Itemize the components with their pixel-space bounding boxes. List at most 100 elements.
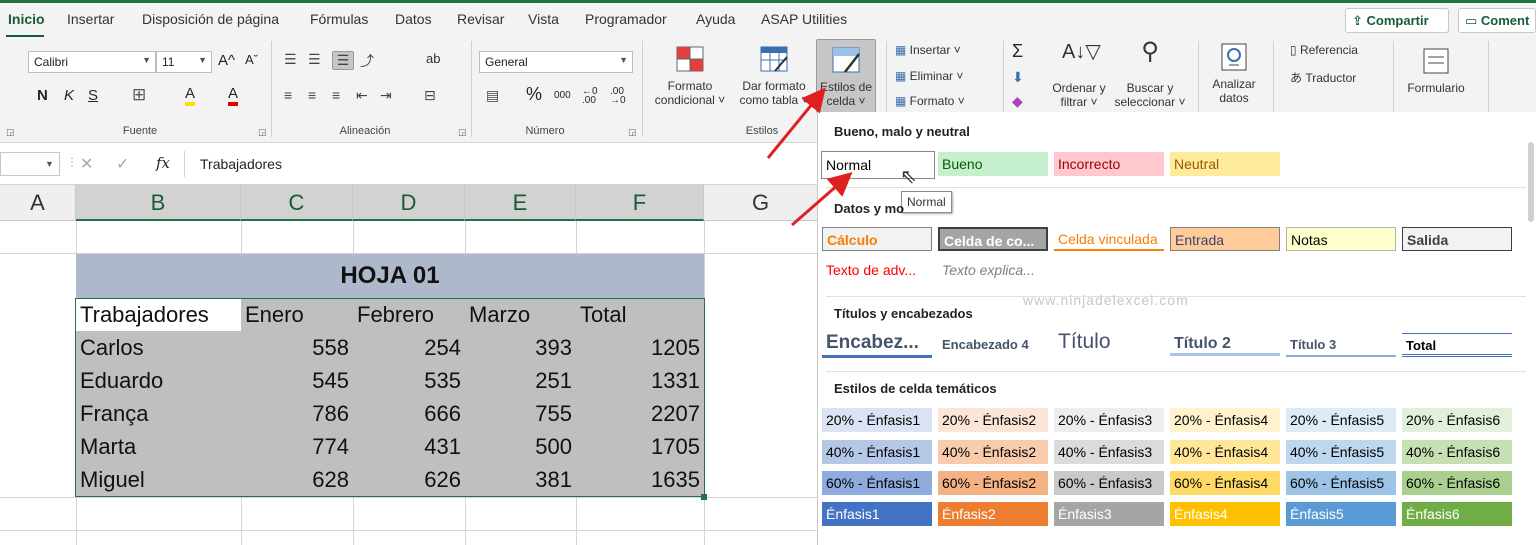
table-cell-value[interactable]: 774 xyxy=(245,430,349,463)
tab-asap-utilities[interactable]: ASAP Utilities xyxy=(761,11,847,27)
dialog-launcher-icon[interactable]: ◲ xyxy=(6,127,15,138)
align-center-icon[interactable]: ≡ xyxy=(308,87,316,103)
tab-ayuda[interactable]: Ayuda xyxy=(696,11,735,27)
shrink-font-icon[interactable]: Aˇ xyxy=(245,52,258,67)
table-cell-total[interactable]: 1205 xyxy=(580,331,700,364)
increase-indent-icon[interactable]: ⇥ xyxy=(380,87,392,104)
style-encabezado-4[interactable]: Encabezado 4 xyxy=(938,333,1048,357)
style-texto-explicativo[interactable]: Texto explica... xyxy=(938,258,1048,282)
format-as-table-button[interactable]: Dar formato como tabla ˅ xyxy=(732,43,816,107)
column-header-g[interactable]: G xyxy=(704,185,818,221)
tab-insertar[interactable]: Insertar xyxy=(67,11,114,27)
header-cell-total[interactable]: Total xyxy=(580,298,626,331)
style-20-enfasis5[interactable]: 20% - Énfasis5 xyxy=(1286,408,1396,432)
table-cell-value[interactable]: 755 xyxy=(469,397,572,430)
increase-decimal-button[interactable]: ←0 .00 xyxy=(582,87,604,106)
table-cell-name[interactable]: França xyxy=(80,397,148,430)
table-cell-name[interactable]: Marta xyxy=(80,430,136,463)
table-cell-value[interactable]: 535 xyxy=(357,364,461,397)
style-enfasis3[interactable]: Énfasis3 xyxy=(1054,502,1164,526)
style-60-enfasis6[interactable]: 60% - Énfasis6 xyxy=(1402,471,1512,495)
style-celda-comprobacion[interactable]: Celda de co... xyxy=(938,227,1048,251)
style-encabezado-1[interactable]: Encabez... xyxy=(822,330,932,358)
dialog-launcher-icon[interactable]: ◲ xyxy=(458,127,467,138)
table-cell-value[interactable]: 558 xyxy=(245,331,349,364)
style-normal[interactable]: Normal xyxy=(821,151,935,179)
style-40-enfasis1[interactable]: 40% - Énfasis1 xyxy=(822,440,932,464)
style-titulo[interactable]: Título xyxy=(1054,328,1164,356)
percent-button[interactable]: % xyxy=(526,84,542,105)
share-button[interactable]: ⇪ Compartir xyxy=(1345,8,1449,33)
table-cell-name[interactable]: Carlos xyxy=(80,331,144,364)
style-total[interactable]: Total xyxy=(1402,333,1512,357)
style-60-enfasis2[interactable]: 60% - Énfasis2 xyxy=(938,471,1048,495)
header-cell-febrero[interactable]: Febrero xyxy=(357,298,434,331)
table-cell-total[interactable]: 1635 xyxy=(580,463,700,496)
style-60-enfasis5[interactable]: 60% - Énfasis5 xyxy=(1286,471,1396,495)
style-enfasis4[interactable]: Énfasis4 xyxy=(1170,502,1280,526)
format-cells-button[interactable]: ▦ Formato ˅ xyxy=(895,94,965,108)
tab-revisar[interactable]: Revisar xyxy=(457,11,504,27)
font-name-combo[interactable]: Calibri ▼ xyxy=(28,51,156,73)
style-enfasis6[interactable]: Énfasis6 xyxy=(1402,502,1512,526)
table-cell-value[interactable]: 628 xyxy=(245,463,349,496)
tab-disposicion[interactable]: Disposición de página xyxy=(142,11,279,27)
cancel-icon[interactable]: ✕ xyxy=(80,154,93,174)
table-cell-name[interactable]: Miguel xyxy=(80,463,145,496)
align-top-icon[interactable]: ☰ xyxy=(284,51,297,68)
conditional-format-button[interactable]: Formato condicional ˅ xyxy=(648,43,732,107)
autosum-icon[interactable]: Σ xyxy=(1012,41,1023,62)
table-cell-value[interactable]: 500 xyxy=(469,430,572,463)
style-enfasis5[interactable]: Énfasis5 xyxy=(1286,502,1396,526)
style-neutral[interactable]: Neutral xyxy=(1170,152,1280,176)
table-cell-total[interactable]: 1331 xyxy=(580,364,700,397)
style-20-enfasis6[interactable]: 20% - Énfasis6 xyxy=(1402,408,1512,432)
insert-function-icon[interactable]: fx xyxy=(156,154,170,172)
name-box-dropdown[interactable]: ▼ xyxy=(0,152,60,176)
fill-down-icon[interactable]: ⬇ xyxy=(1012,69,1024,86)
orientation-icon[interactable]: ⤴ xyxy=(360,51,374,71)
style-bueno[interactable]: Bueno xyxy=(938,152,1048,176)
align-left-icon[interactable]: ≡ xyxy=(284,87,292,103)
fill-handle[interactable] xyxy=(701,494,707,500)
style-titulo-2[interactable]: Título 2 xyxy=(1170,332,1280,356)
font-color-icon[interactable]: A xyxy=(228,85,239,106)
number-format-combo[interactable]: General ▼ xyxy=(479,51,633,73)
enter-icon[interactable]: ✓ xyxy=(116,154,129,174)
wrap-text-icon[interactable]: ab xyxy=(426,51,440,66)
thousands-button[interactable]: 000 xyxy=(554,90,571,101)
bold-button[interactable]: N xyxy=(37,87,48,104)
style-20-enfasis4[interactable]: 20% - Énfasis4 xyxy=(1170,408,1280,432)
tab-formulas[interactable]: Fórmulas xyxy=(310,11,368,27)
table-cell-value[interactable]: 626 xyxy=(357,463,461,496)
italic-button[interactable]: K xyxy=(64,87,74,104)
header-cell-trabajadores[interactable]: Trabajadores xyxy=(80,298,209,331)
merge-center-icon[interactable]: ⊟ xyxy=(424,87,436,104)
align-right-icon[interactable]: ≡ xyxy=(332,87,340,103)
sort-filter-button[interactable]: A↓▽ Ordenar y filtrar ˅ xyxy=(1046,42,1112,109)
table-cell-value[interactable]: 381 xyxy=(469,463,572,496)
fill-color-icon[interactable]: A xyxy=(185,85,196,106)
style-40-enfasis6[interactable]: 40% - Énfasis6 xyxy=(1402,440,1512,464)
accounting-format-icon[interactable]: ▤ xyxy=(486,87,499,104)
find-select-button[interactable]: ⚲ Buscar y seleccionar ˅ xyxy=(1110,40,1190,110)
dialog-launcher-icon[interactable]: ◲ xyxy=(628,127,637,138)
tab-programador[interactable]: Programador xyxy=(585,11,667,27)
table-cell-total[interactable]: 2207 xyxy=(580,397,700,430)
reference-button[interactable]: ▯ Referencia xyxy=(1290,43,1358,57)
delete-cells-button[interactable]: ▦ Eliminar ˅ xyxy=(895,69,963,83)
grow-font-icon[interactable]: A^ xyxy=(218,52,235,69)
style-calculo[interactable]: Cálculo xyxy=(822,227,932,251)
table-cell-value[interactable]: 786 xyxy=(245,397,349,430)
formula-input[interactable]: Trabajadores xyxy=(200,156,282,172)
gallery-scrollbar[interactable] xyxy=(1528,142,1534,222)
style-titulo-3[interactable]: Título 3 xyxy=(1286,333,1396,357)
font-size-combo[interactable]: 11 ▼ xyxy=(156,51,212,73)
column-header-e[interactable]: E xyxy=(465,185,576,221)
table-cell-total[interactable]: 1705 xyxy=(580,430,700,463)
table-cell-value[interactable]: 393 xyxy=(469,331,572,364)
tab-datos[interactable]: Datos xyxy=(395,11,432,27)
column-header-a[interactable]: A xyxy=(0,185,76,221)
comment-button[interactable]: ▭ Coment xyxy=(1458,8,1536,33)
table-cell-value[interactable]: 666 xyxy=(357,397,461,430)
